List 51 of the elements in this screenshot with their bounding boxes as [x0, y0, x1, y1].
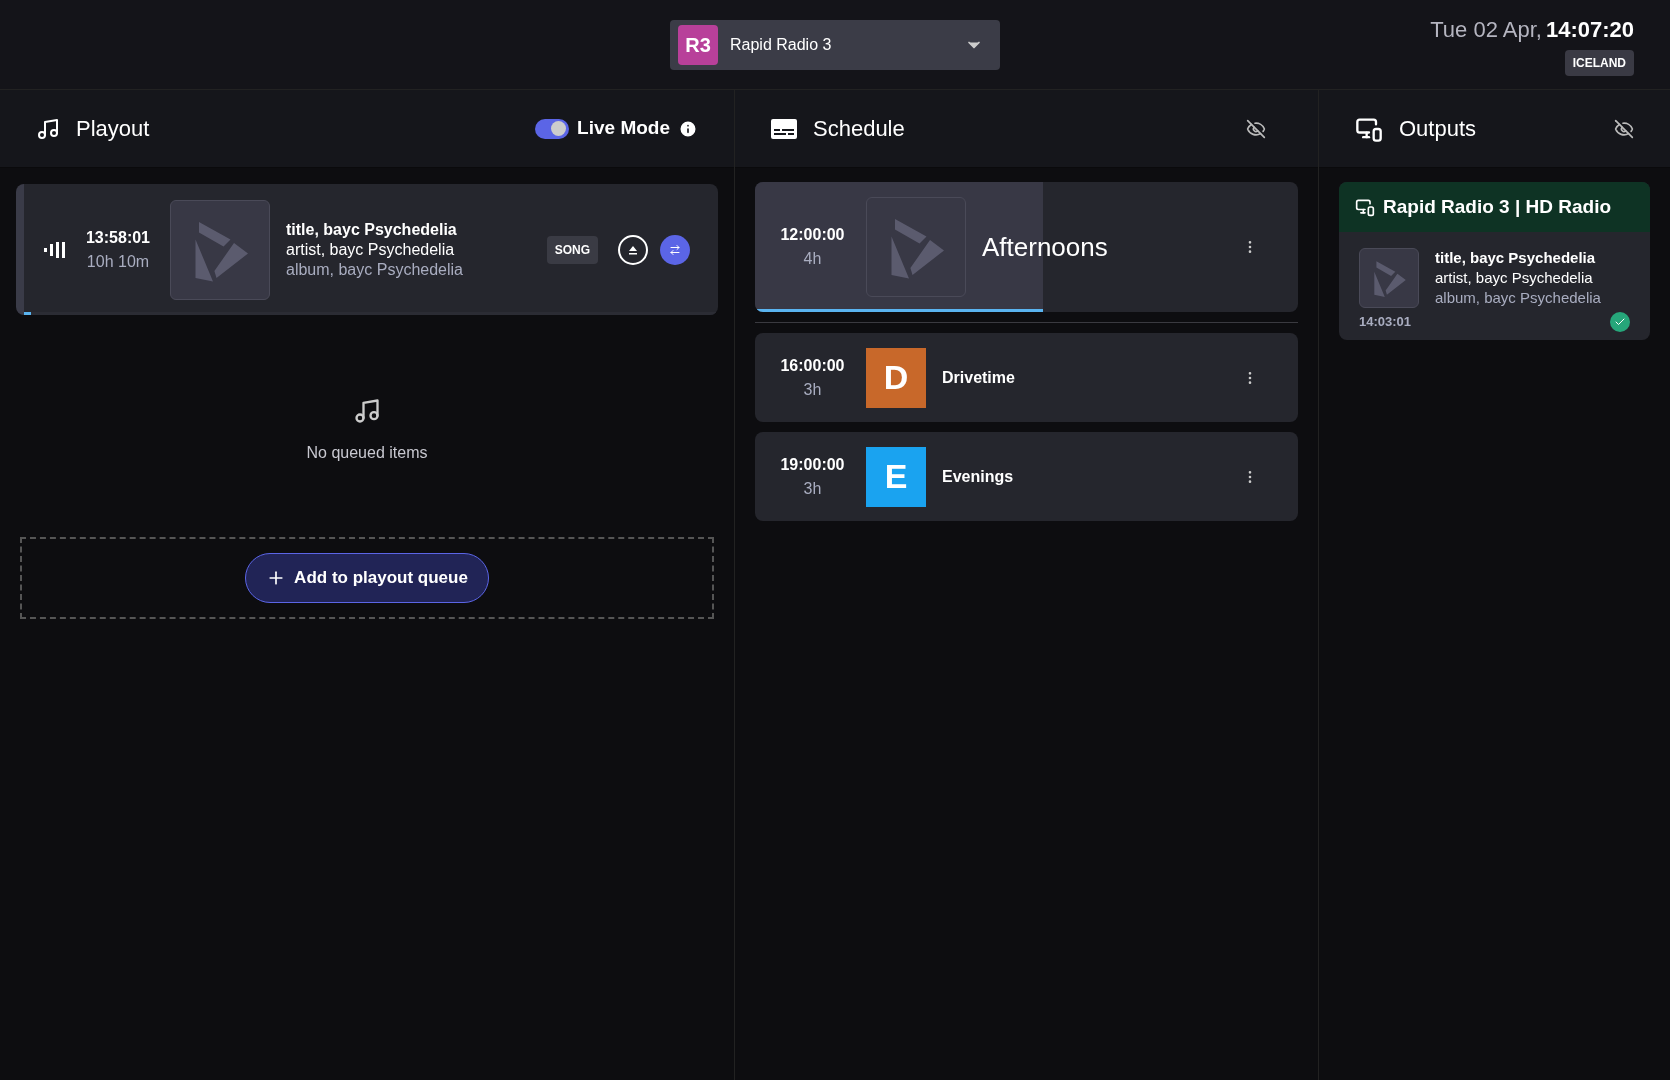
- swap-arrows-icon: [669, 243, 681, 256]
- track-title: title, bayc Psychedelia: [286, 219, 458, 240]
- duration: 3h: [803, 478, 822, 499]
- timezone-badge: ICELAND: [1564, 50, 1634, 76]
- info-icon[interactable]: [678, 118, 698, 139]
- music-note-icon: [36, 116, 60, 141]
- duration: 4h: [803, 249, 822, 269]
- section-title: Schedule: [813, 115, 905, 143]
- show-name: Evenings: [942, 466, 1014, 487]
- duration: 3h: [803, 379, 822, 400]
- artwork-placeholder: [1359, 248, 1419, 308]
- add-to-queue-button[interactable]: Add to playout queue: [245, 553, 489, 603]
- subtitles-icon: [771, 118, 797, 139]
- section-title: Outputs: [1399, 115, 1477, 143]
- start-time: 16:00:00: [780, 355, 845, 376]
- live-mode-label: Live Mode: [577, 116, 670, 141]
- live-mode-toggle[interactable]: [535, 118, 570, 139]
- show-name: Afternoons: [982, 230, 1108, 264]
- track-album: album, bayc Psychedelia: [1435, 288, 1601, 308]
- start-time: 13:58:01: [85, 227, 150, 248]
- clock-date: Tue 02 Apr,: [1430, 16, 1542, 44]
- start-time: 12:00:00: [780, 225, 845, 245]
- type-tag: SONG: [546, 235, 598, 264]
- output-name: Rapid Radio 3 | HD Radio: [1383, 194, 1612, 219]
- track-album: album, bayc Psychedelia: [286, 259, 463, 280]
- eject-icon: [628, 244, 638, 255]
- devices-icon: [1355, 197, 1375, 217]
- schedule-item[interactable]: 12:00:00 4h Afternoons: [755, 182, 1298, 312]
- track-artist: artist, bayc Psychedelia: [286, 239, 456, 260]
- hide-icon[interactable]: [1614, 118, 1634, 139]
- clock-time: 14:07:20: [1545, 16, 1634, 44]
- track-artist: artist, bayc Psychedelia: [1435, 268, 1594, 288]
- show-letter-tile: D: [866, 347, 926, 408]
- show-letter-tile: E: [866, 446, 926, 507]
- show-name: Drivetime: [942, 367, 1015, 388]
- empty-queue-text: No queued items: [306, 443, 428, 463]
- music-note-icon: [353, 397, 381, 425]
- station-selector[interactable]: R3 Rapid Radio 3: [670, 19, 1000, 70]
- output-time: 14:03:01: [1359, 313, 1412, 332]
- swap-button[interactable]: [660, 234, 690, 265]
- station-name: Rapid Radio 3: [730, 34, 832, 55]
- duration: 10h 10m: [86, 251, 150, 272]
- schedule-item[interactable]: 19:00:00 3h E Evenings: [755, 432, 1298, 521]
- track-title: title, bayc Psychedelia: [1435, 248, 1597, 268]
- audio-level-icon: [44, 239, 66, 260]
- eject-button[interactable]: [618, 234, 648, 265]
- section-title: Playout: [76, 115, 150, 143]
- hide-icon[interactable]: [1246, 118, 1266, 139]
- start-time: 19:00:00: [780, 454, 845, 475]
- station-badge: R3: [678, 24, 718, 65]
- schedule-item[interactable]: 16:00:00 3h D Drivetime: [755, 333, 1298, 422]
